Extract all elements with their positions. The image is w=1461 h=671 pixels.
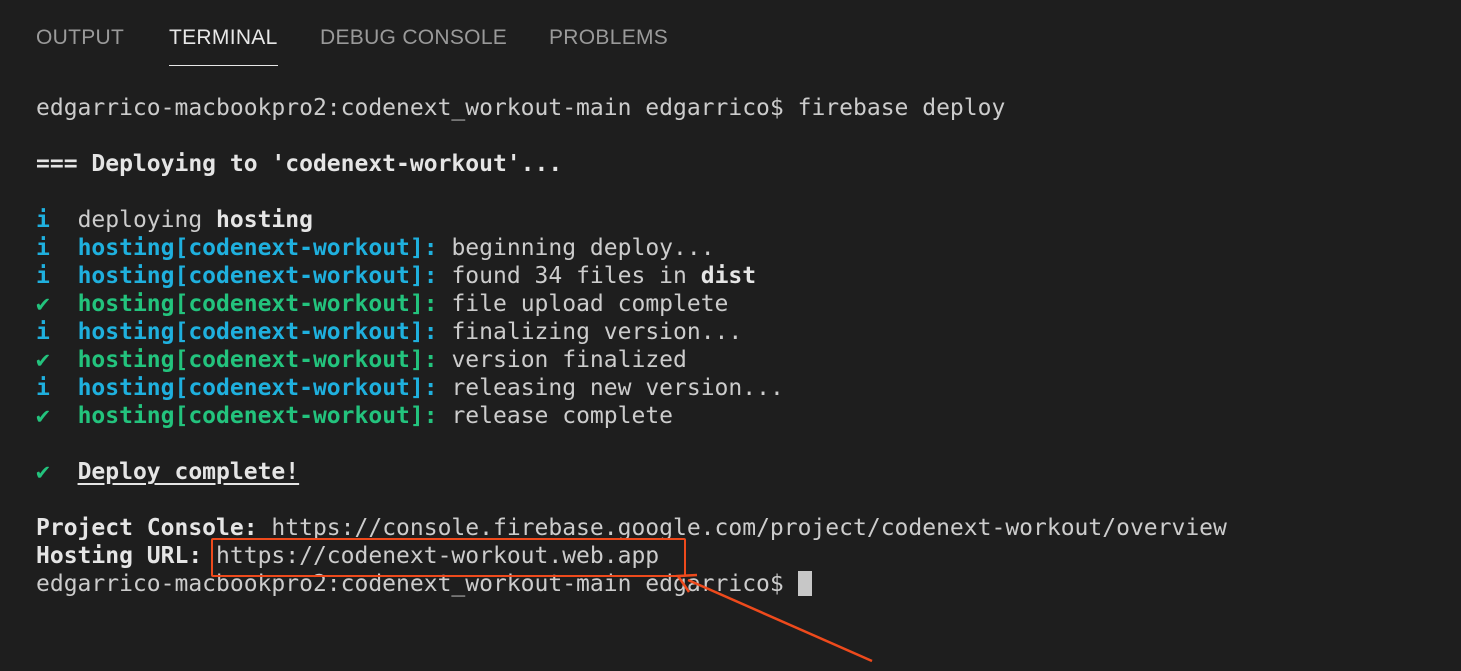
annotation-arrow-icon [675,573,873,663]
